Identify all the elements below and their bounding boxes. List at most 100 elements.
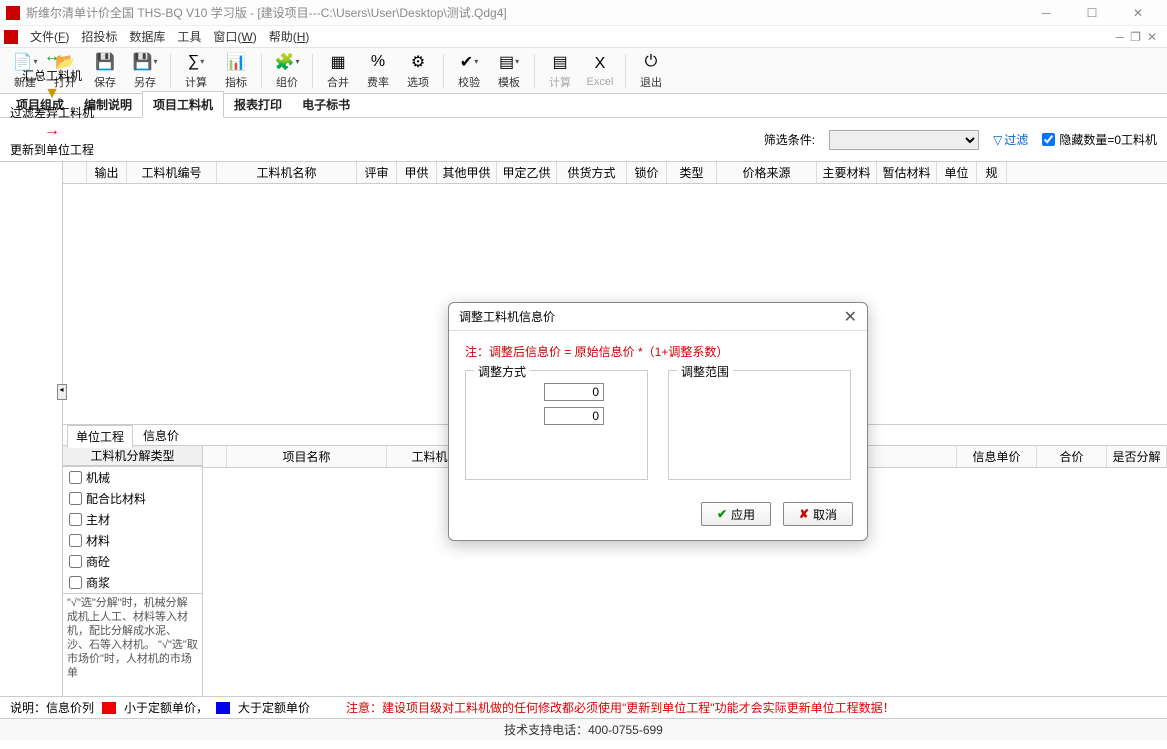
lp-item-主材[interactable]: 主材 xyxy=(63,509,202,530)
app-icon xyxy=(6,6,20,20)
check-icon: ✔ xyxy=(717,507,727,521)
tb-指标[interactable]: 📊指标 xyxy=(217,50,255,92)
col-供货方式[interactable]: 供货方式 xyxy=(557,162,627,183)
mdi-restore-icon[interactable]: ❐ xyxy=(1130,30,1141,44)
col-合价[interactable]: 合价 xyxy=(1037,446,1107,467)
lp-check-配合比材料[interactable] xyxy=(69,492,82,505)
adjust-value-2[interactable] xyxy=(544,407,604,425)
tb-校验[interactable]: ✔▾校验 xyxy=(450,50,488,92)
tb-模板[interactable]: ▤▾模板 xyxy=(490,50,528,92)
menubar: 文件(F)招投标数据库工具窗口(W)帮助(H) ─ ❐ ✕ xyxy=(0,26,1167,48)
tb-组价[interactable]: 🧩▾组价 xyxy=(268,50,306,92)
tb-Excel: XExcel xyxy=(581,50,619,92)
adjust-value-1[interactable] xyxy=(544,383,604,401)
另存-icon: 💾▾ xyxy=(135,52,155,72)
col-其他甲供[interactable]: 其他甲供 xyxy=(437,162,497,183)
tab-项目工料机[interactable]: 项目工料机 xyxy=(142,91,224,118)
col-blank[interactable] xyxy=(63,162,87,183)
lp-item-商浆[interactable]: 商浆 xyxy=(63,572,202,593)
lp-item-材料[interactable]: 材料 xyxy=(63,530,202,551)
过滤差异工料机-icon: ▼ xyxy=(44,84,60,104)
window-title: 斯维尔清单计价全国 THS-BQ V10 学习版 - [建设项目---C:\Us… xyxy=(26,4,1023,21)
col-是否分解[interactable]: 是否分解 xyxy=(1107,446,1167,467)
btab-信息价[interactable]: 信息价 xyxy=(135,425,187,446)
x-icon: ✘ xyxy=(799,507,809,521)
lp-check-商浆[interactable] xyxy=(69,576,82,589)
col-信息单价[interactable]: 信息单价 xyxy=(957,446,1037,467)
menu-窗口(W)[interactable]: 窗口(W) xyxy=(207,30,262,44)
计算-icon: ▤ xyxy=(550,52,570,72)
tab-电子标书[interactable]: 电子标书 xyxy=(292,92,360,117)
lp-check-机械[interactable] xyxy=(69,471,82,484)
col-单位[interactable]: 单位 xyxy=(937,162,977,183)
sub-汇总工料机[interactable]: ↔汇总工料机 xyxy=(10,47,94,84)
col-锁价[interactable]: 锁价 xyxy=(627,162,667,183)
mdi-minimize-icon[interactable]: ─ xyxy=(1116,30,1125,44)
tb-选项[interactable]: ⚙选项 xyxy=(399,50,437,92)
minimize-button[interactable]: ─ xyxy=(1023,0,1069,26)
tb-计算[interactable]: ∑▾计算 xyxy=(177,50,215,92)
col-主要材料[interactable]: 主要材料 xyxy=(817,162,877,183)
col-blank[interactable] xyxy=(203,446,227,467)
col-类型[interactable]: 类型 xyxy=(667,162,717,183)
status-bar-2: 技术支持电话：400-0755-699 xyxy=(0,718,1167,740)
Excel-icon: X xyxy=(590,54,610,74)
lp-item-配合比材料[interactable]: 配合比材料 xyxy=(63,488,202,509)
sub-过滤差异工料机[interactable]: ▼过滤差异工料机 xyxy=(10,84,94,121)
menu-数据库[interactable]: 数据库 xyxy=(123,30,171,44)
adjust-method-fieldset: 调整方式 xyxy=(465,370,648,480)
menu-招投标[interactable]: 招投标 xyxy=(75,30,123,44)
tb-计算: ▤计算 xyxy=(541,50,579,92)
menu-工具[interactable]: 工具 xyxy=(171,30,207,44)
col-甲定乙供[interactable]: 甲定乙供 xyxy=(497,162,557,183)
col-输出[interactable]: 输出 xyxy=(87,162,127,183)
tab-报表打印[interactable]: 报表打印 xyxy=(224,92,292,117)
close-button[interactable]: ✕ xyxy=(1115,0,1161,26)
splitter-handle[interactable]: ◂ xyxy=(57,384,67,400)
合并-icon: ▦ xyxy=(328,52,348,72)
filter-combo[interactable] xyxy=(829,130,979,150)
lp-check-主材[interactable] xyxy=(69,513,82,526)
lp-item-机械[interactable]: 机械 xyxy=(63,467,202,488)
red-swatch-icon xyxy=(102,702,116,714)
titlebar: 斯维尔清单计价全国 THS-BQ V10 学习版 - [建设项目---C:\Us… xyxy=(0,0,1167,26)
tabbar: 项目组成编制说明项目工料机报表打印电子标书 xyxy=(0,94,1167,118)
tb-合并[interactable]: ▦合并 xyxy=(319,50,357,92)
main-toolbar: 📄▾新建📂打开💾保存💾▾另存∑▾计算📊指标🧩▾组价▦合并%费率⚙选项✔▾校验▤▾… xyxy=(0,48,1167,94)
sub-更新到单位工程[interactable]: →更新到单位工程 xyxy=(10,121,94,158)
hide-zero-input[interactable] xyxy=(1042,133,1055,146)
cancel-button[interactable]: ✘ 取消 xyxy=(783,502,853,526)
费率-icon: % xyxy=(368,52,388,72)
tb-费率[interactable]: %费率 xyxy=(359,50,397,92)
col-价格来源[interactable]: 价格来源 xyxy=(717,162,817,183)
btab-单位工程[interactable]: 单位工程 xyxy=(67,425,133,448)
filter-link[interactable]: ▽ 过滤 xyxy=(993,131,1028,148)
dialog-title: 调整工料机信息价 xyxy=(459,308,555,325)
lp-item-商砼[interactable]: 商砼 xyxy=(63,551,202,572)
menu-文件(F)[interactable]: 文件(F) xyxy=(24,30,75,44)
col-规[interactable]: 规 xyxy=(977,162,1007,183)
退出-icon: ⏻ xyxy=(641,52,661,72)
doc-icon xyxy=(4,30,18,44)
dialog-close-icon[interactable]: ✕ xyxy=(844,307,857,327)
col-工料机编号[interactable]: 工料机编号 xyxy=(127,162,217,183)
col-工料机名称[interactable]: 工料机名称 xyxy=(217,162,357,183)
汇总工料机-icon: ↔ xyxy=(44,47,60,67)
col-评审[interactable]: 评审 xyxy=(357,162,397,183)
decompose-help: "√"选"分解"时，机械分解成机上人工、材料等入材机，配比分解成水泥、沙、石等入… xyxy=(63,593,202,693)
选项-icon: ⚙ xyxy=(408,52,428,72)
apply-button[interactable]: ✔ 应用 xyxy=(701,502,771,526)
tb-另存[interactable]: 💾▾另存 xyxy=(126,50,164,92)
col-项目名称[interactable]: 项目名称 xyxy=(227,446,387,467)
maximize-button[interactable]: ☐ xyxy=(1069,0,1115,26)
filter-label: 筛选条件: xyxy=(764,131,815,148)
lp-check-商砼[interactable] xyxy=(69,555,82,568)
hide-zero-checkbox[interactable]: 隐藏数量=0工料机 xyxy=(1042,131,1157,148)
lp-check-材料[interactable] xyxy=(69,534,82,547)
col-暂估材料[interactable]: 暂估材料 xyxy=(877,162,937,183)
mdi-close-icon[interactable]: ✕ xyxy=(1147,30,1157,44)
col-甲供[interactable]: 甲供 xyxy=(397,162,437,183)
校验-icon: ✔▾ xyxy=(459,52,479,72)
tb-退出[interactable]: ⏻退出 xyxy=(632,50,670,92)
menu-帮助(H)[interactable]: 帮助(H) xyxy=(263,30,316,44)
